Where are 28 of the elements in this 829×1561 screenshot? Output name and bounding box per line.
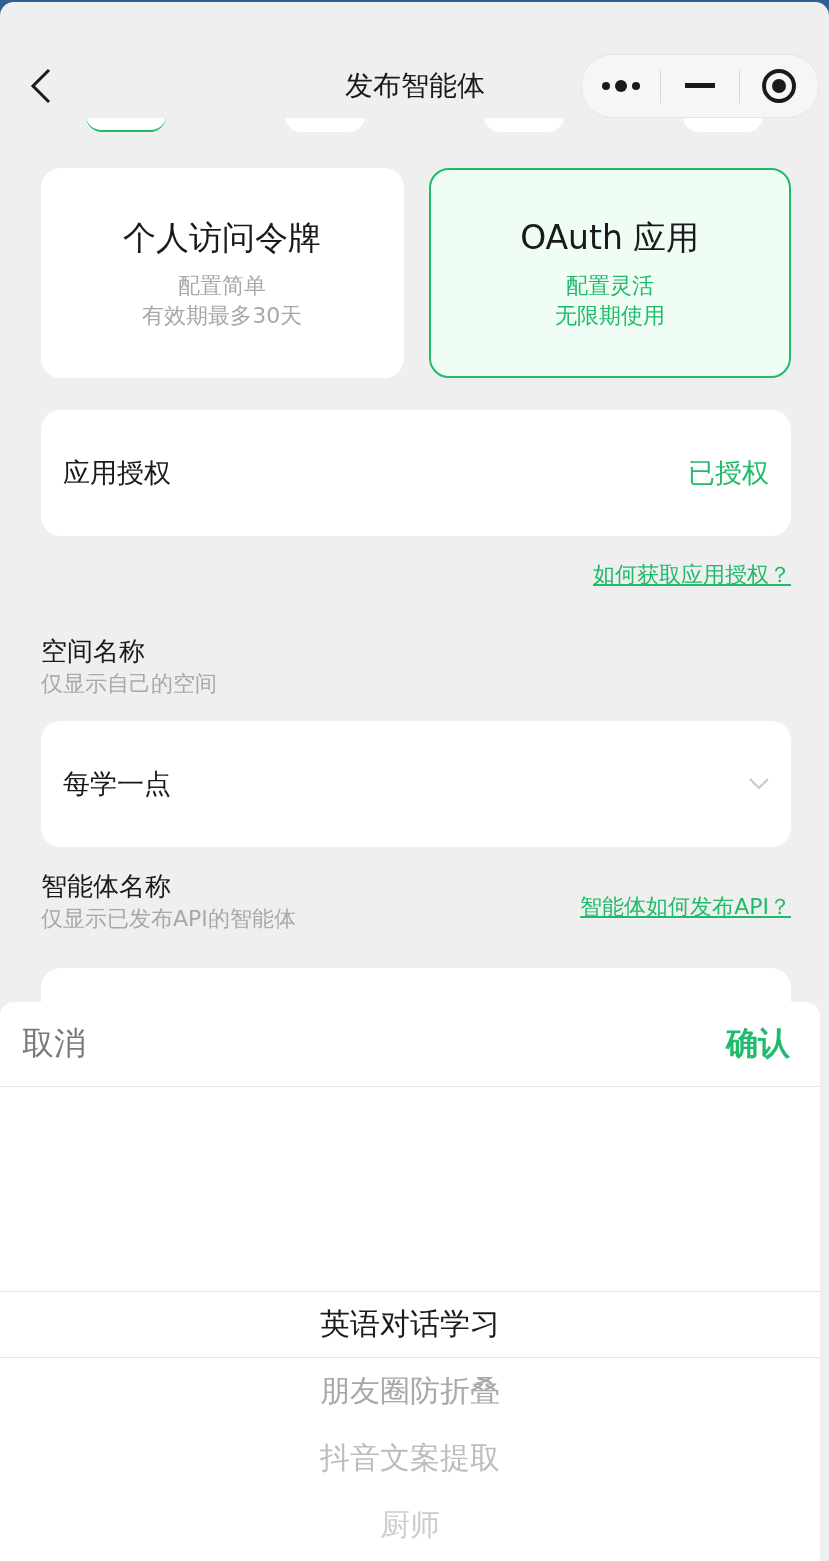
auth-type-card[interactable]: 个人访问令牌 配置简单 有效期最多30天 bbox=[41, 168, 404, 378]
chevron-down-icon bbox=[749, 778, 769, 790]
field-hint: 仅显示自己的空间 bbox=[41, 670, 218, 698]
space-dropdown[interactable]: 每学一点 bbox=[41, 721, 791, 847]
minimize-icon[interactable] bbox=[685, 83, 715, 89]
authorization-label: 应用授权 bbox=[63, 456, 171, 490]
authorization-status: 已授权 bbox=[688, 456, 769, 490]
authorization-row[interactable]: 应用授权 已授权 bbox=[41, 410, 791, 536]
auth-type-title: OAuth 应用 bbox=[520, 216, 700, 259]
field-hint: 仅显示已发布API的智能体 bbox=[41, 905, 296, 933]
help-link[interactable]: 智能体如何发布API？ bbox=[580, 892, 791, 922]
picker-option[interactable]: 英语对话学习 bbox=[0, 1291, 820, 1358]
picker-option[interactable]: 朋友圈防折叠 bbox=[0, 1358, 820, 1425]
confirm-button[interactable]: 确认 bbox=[726, 1022, 790, 1066]
back-icon[interactable] bbox=[30, 68, 52, 104]
auth-type-note: 配置简单 bbox=[178, 271, 267, 300]
help-link[interactable]: 如何获取应用授权？ bbox=[593, 560, 791, 590]
auth-type-note: 配置灵活 bbox=[565, 271, 654, 300]
field-label: 智能体名称 bbox=[41, 870, 172, 903]
page-title: 发布智能体 bbox=[344, 68, 485, 104]
auth-type-note: 有效期最多30天 bbox=[142, 301, 303, 330]
auth-type-note: 无限期使用 bbox=[554, 301, 665, 330]
close-icon[interactable] bbox=[761, 68, 797, 104]
auth-type-title: 个人访问令牌 bbox=[123, 216, 322, 259]
more-icon[interactable] bbox=[601, 79, 641, 93]
auth-type-card[interactable]: OAuth 应用 配置灵活 无限期使用 bbox=[428, 168, 791, 378]
field-label: 空间名称 bbox=[41, 635, 146, 668]
cancel-button[interactable]: 取消 bbox=[22, 1022, 86, 1066]
